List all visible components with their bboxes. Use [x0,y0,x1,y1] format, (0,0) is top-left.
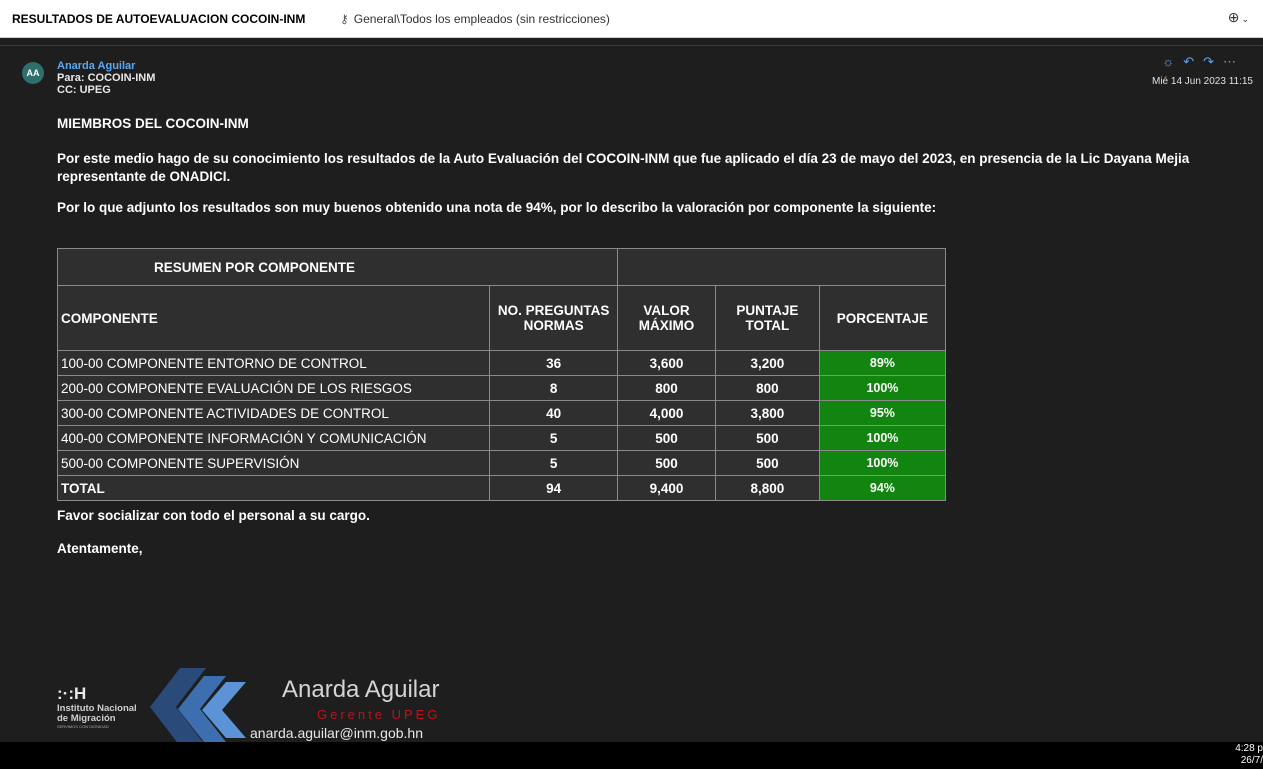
table-title: RESUMEN POR COMPONENTE [56,248,619,286]
zoom-button[interactable]: ⊕ ⌄ [1228,9,1249,26]
cell-puntaje: 3,200 [714,350,820,376]
cell-porcentaje: 94% [818,475,947,501]
signature-email[interactable]: anarda.aguilar@inm.gob.hn [250,725,423,741]
cell-preguntas: 36 [489,350,619,376]
cell-preguntas: 94 [489,475,619,501]
cell-componente: TOTAL [56,475,491,501]
table-total-row: TOTAL 94 9,400 8,800 94% [56,475,947,501]
signature-name: Anarda Aguilar [282,676,440,703]
table-row: 100-00 COMPONENTE ENTORNO DE CONTROL 36 … [56,350,947,376]
taskbar [0,742,1263,769]
table-row: 500-00 COMPONENTE SUPERVISIÓN 5 500 500 … [56,450,947,476]
inm-logo: :·:H Instituto Nacional de Migración SER… [57,684,177,736]
taskbar-clock[interactable]: 4:28 p 26/7/ [1233,743,1263,767]
closing-line: Favor socializar con todo el personal a … [57,508,370,523]
clock-date: 26/7/ [1240,755,1263,766]
cell-porcentaje: 100% [818,450,947,476]
cell-valor: 3,600 [617,350,716,376]
cell-componente: 200-00 COMPONENTE EVALUACIÓN DE LOS RIES… [56,375,491,401]
cell-componente: 300-00 COMPONENTE ACTIVIDADES DE CONTROL [56,400,491,426]
summary-table: RESUMEN POR COMPONENTE COMPONENTE NO. PR… [56,248,947,501]
header-puntaje: PUNTAJE TOTAL [714,285,820,351]
sensitivity-label-text: General\Todos los empleados (sin restric… [353,12,610,26]
cell-porcentaje: 89% [818,350,947,376]
header-valor: VALOR MÁXIMO [617,285,716,351]
cell-puntaje: 500 [714,425,820,451]
recipient-to: Para: COCOIN-INM [57,72,156,84]
brightness-icon[interactable]: ☼ [1162,54,1183,69]
table-title-spacer [617,248,946,286]
body-paragraph-1: Por este medio hago de su conocimiento l… [57,151,1190,184]
zoom-in-icon: ⊕ [1227,9,1240,25]
cell-componente: 400-00 COMPONENTE INFORMACIÓN Y COMUNICA… [56,425,491,451]
inm-logo-mark: :·:H [57,684,87,703]
header-porcentaje: PORCENTAJE [818,285,947,351]
more-icon[interactable]: ⋯ [1223,54,1245,69]
cell-puntaje: 800 [714,375,820,401]
cell-componente: 100-00 COMPONENTE ENTORNO DE CONTROL [56,350,491,376]
cell-preguntas: 8 [489,375,619,401]
email-signature: :·:H Instituto Nacional de Migración SER… [57,664,467,746]
logo-motto: SERVIMOS CON DIGNIDAD [57,724,109,729]
table-row: 400-00 COMPONENTE INFORMACIÓN Y COMUNICA… [56,425,947,451]
header-preguntas: NO. PREGUNTAS NORMAS [489,285,619,351]
table-row: 200-00 COMPONENTE EVALUACIÓN DE LOS RIES… [56,375,947,401]
sender-block: Anarda Aguilar Para: COCOIN-INM CC: UPEG [57,60,155,96]
cell-preguntas: 5 [489,425,619,451]
sender-name[interactable]: Anarda Aguilar [57,60,155,72]
header-componente: COMPONENTE [56,285,491,351]
signature-role: Gerente UPEG [317,707,441,722]
avatar[interactable]: AA [22,62,44,84]
message-subject: RESULTADOS DE AUTOEVALUACION COCOIN-INM [12,12,306,26]
cell-porcentaje: 95% [818,400,947,426]
message-header-bar: RESULTADOS DE AUTOEVALUACION COCOIN-INM … [0,0,1263,38]
reply-icon[interactable]: ↶ [1183,54,1203,69]
closing-salutation: Atentamente, [57,541,143,556]
clock-time: 4:28 p [1235,743,1263,754]
message-date: Mié 14 Jun 2023 11:15 [1151,76,1253,87]
greeting: MIEMBROS DEL COCOIN-INM [57,116,249,131]
cell-preguntas: 5 [489,450,619,476]
cell-valor: 800 [617,375,716,401]
body-paragraph-2: Por lo que adjunto los resultados son mu… [57,200,937,215]
cell-porcentaje: 100% [818,375,947,401]
sensitivity-label[interactable]: ⚷ General\Todos los empleados (sin restri… [340,12,610,26]
cell-preguntas: 40 [489,400,619,426]
table-row: 300-00 COMPONENTE ACTIVIDADES DE CONTROL… [56,400,947,426]
cell-puntaje: 8,800 [714,475,820,501]
cell-puntaje: 500 [714,450,820,476]
message-actions: ☼↶↷⋯ [1162,54,1245,70]
chevron-down-icon: ⌄ [1241,14,1249,24]
cell-valor: 9,400 [617,475,716,501]
divider [0,45,1263,46]
cell-valor: 500 [617,450,716,476]
cell-puntaje: 3,800 [714,400,820,426]
cell-componente: 500-00 COMPONENTE SUPERVISIÓN [56,450,491,476]
recipient-cc: CC: UPEG [57,84,111,96]
cell-valor: 4,000 [617,400,716,426]
forward-icon[interactable]: ↷ [1203,54,1223,69]
logo-text-line2: de Migración [57,713,116,724]
cell-valor: 500 [617,425,716,451]
tag-icon: ⚷ [340,12,349,26]
cell-porcentaje: 100% [818,425,947,451]
